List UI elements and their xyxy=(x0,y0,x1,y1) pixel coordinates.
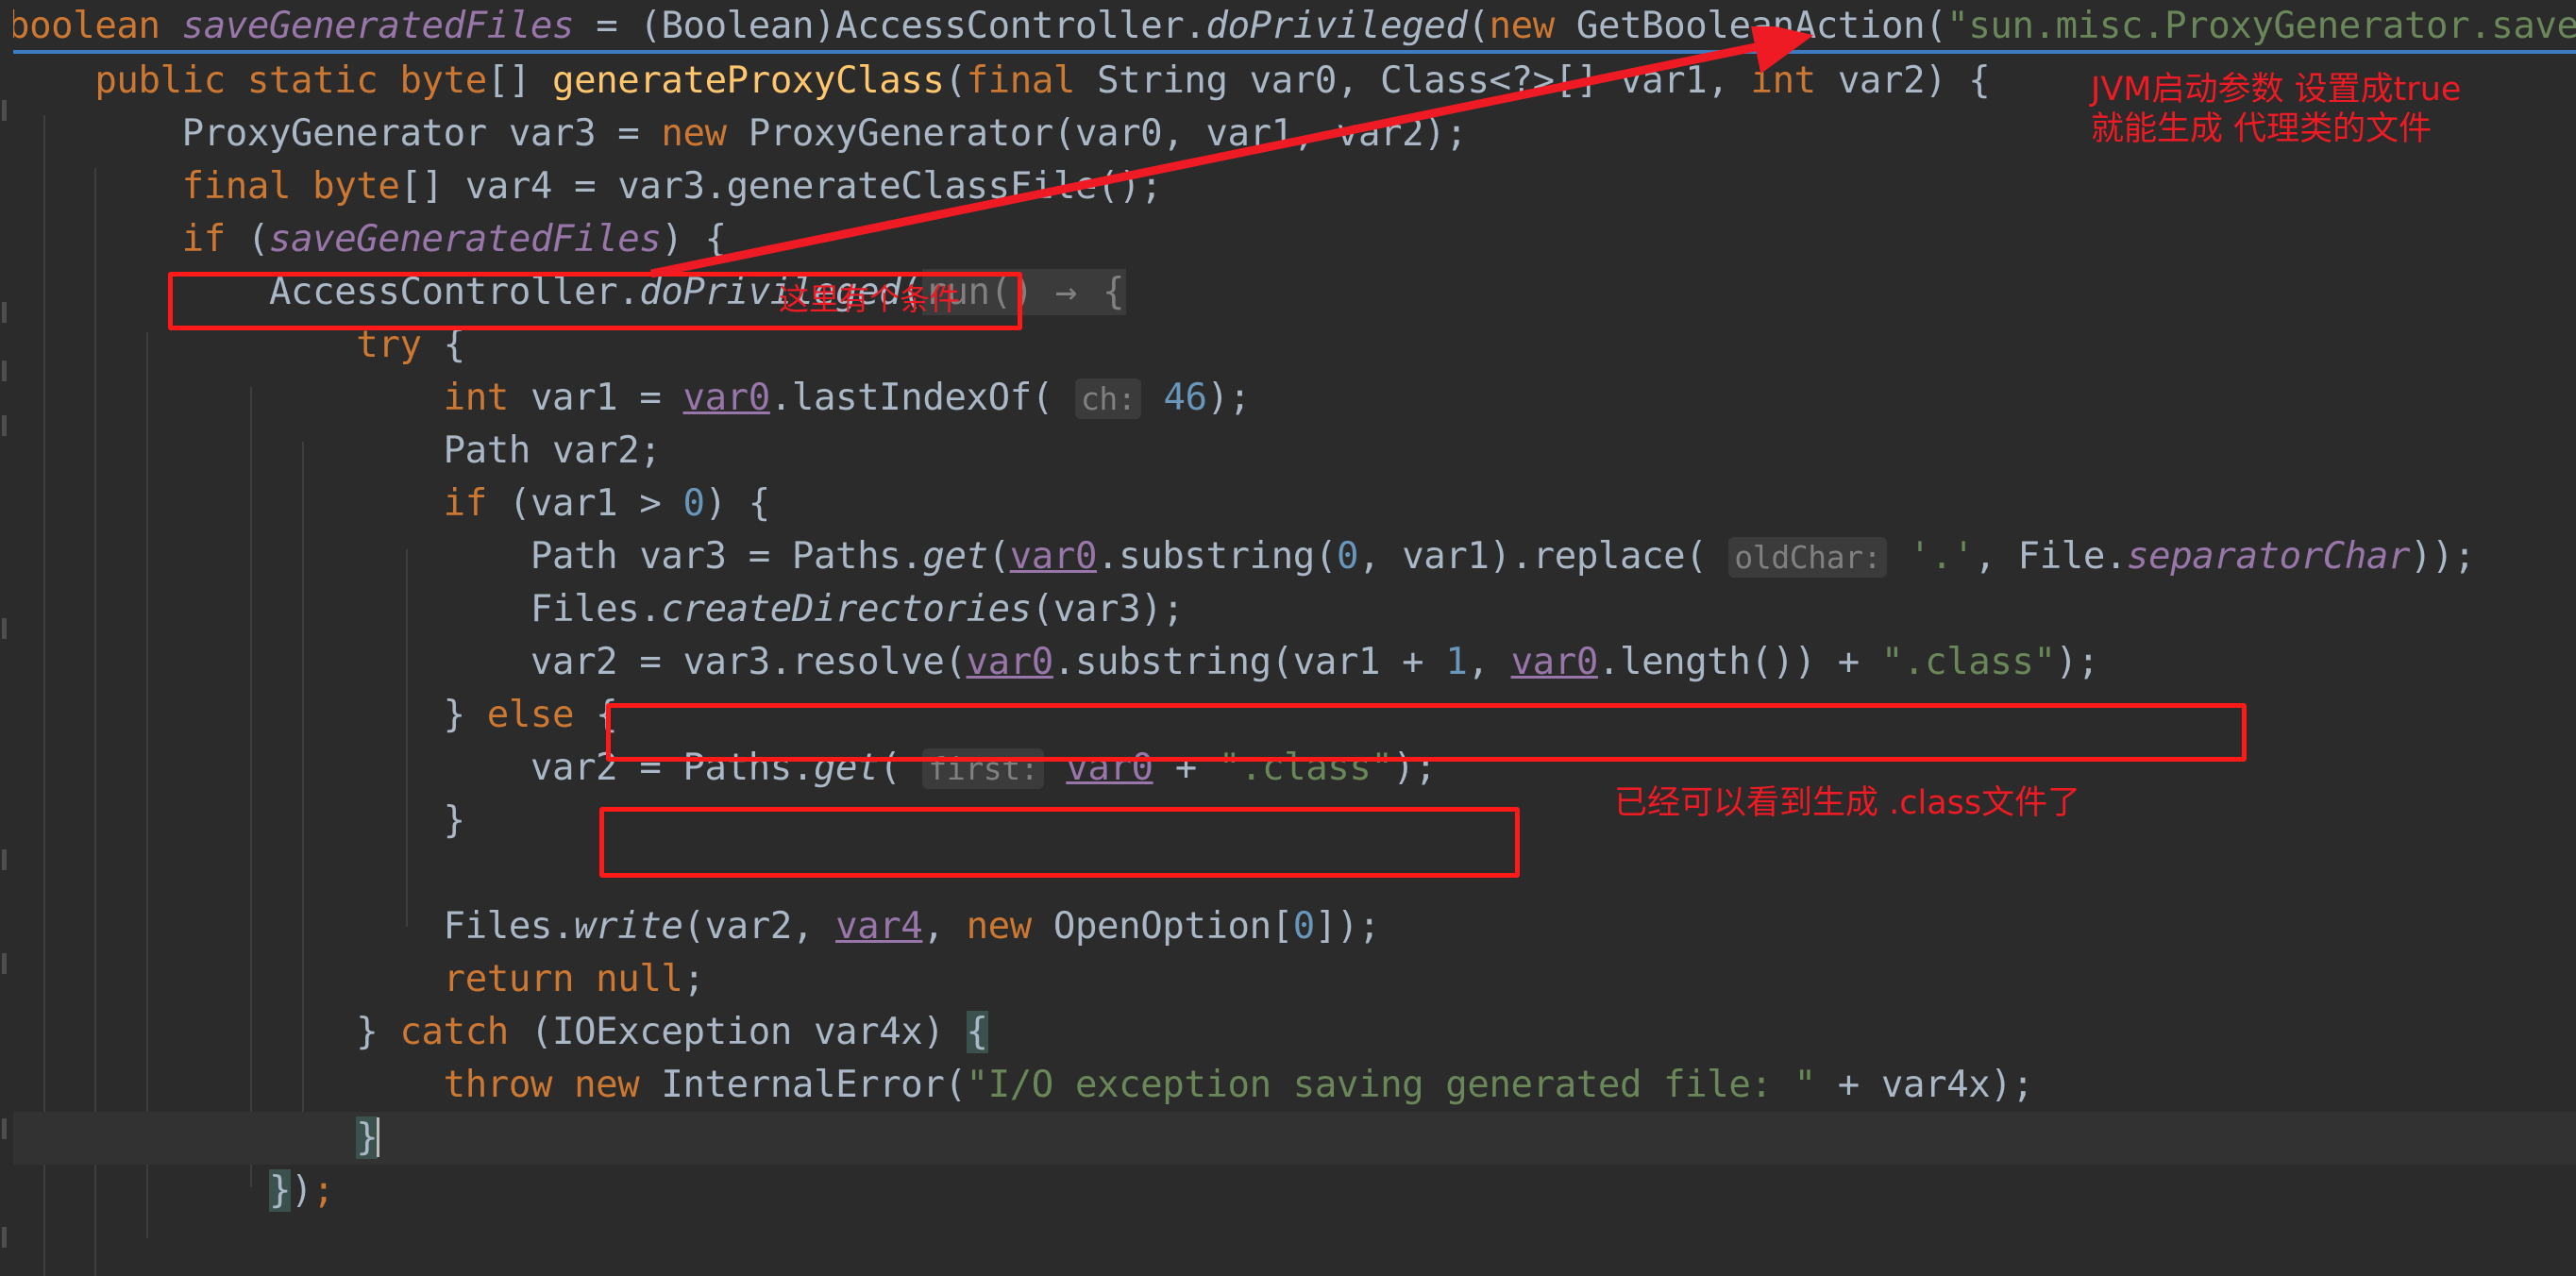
code-line-method-signature[interactable]: public static byte[] generateProxyClass(… xyxy=(8,55,1990,108)
annotation-jvm-arg-line1: JVM启动参数 设置成true xyxy=(2091,70,2461,109)
matching-brace-highlight: } xyxy=(269,1169,291,1212)
code-line-create-directories[interactable]: Files.createDirectories(var3); xyxy=(8,583,1184,636)
code-line-close-if[interactable]: } xyxy=(8,795,465,848)
code-line-paths-get-class[interactable]: var2 = Paths.get( first: var0 + ".class"… xyxy=(8,742,1437,795)
code-line-new-proxy-generator[interactable]: ProxyGenerator var3 = new ProxyGenerator… xyxy=(8,108,1467,160)
code-line-generate-class-file[interactable]: final byte[] var4 = var3.generateClassFi… xyxy=(8,160,1162,213)
code-line-last-index-of[interactable]: int var1 = var0.lastIndexOf( ch: 46); xyxy=(8,372,1251,425)
code-line-files-write[interactable]: Files.write(var2, var4, new OpenOption[0… xyxy=(8,900,1380,953)
code-line-if-save-generated-files[interactable]: if (saveGeneratedFiles) { xyxy=(8,213,727,266)
statement-separator xyxy=(0,50,2576,54)
matching-brace-highlight: { xyxy=(967,1011,988,1053)
matching-brace-highlight: } xyxy=(356,1116,378,1159)
code-line-resolve-class[interactable]: var2 = var3.resolve(var0.substring(var1 … xyxy=(8,636,2099,689)
code-line-try[interactable]: try { xyxy=(8,319,465,372)
code-line-declare-save-generated-files[interactable]: boolean saveGeneratedFiles = (Boolean)Ac… xyxy=(8,0,2576,53)
code-content[interactable]: boolean saveGeneratedFiles = (Boolean)Ac… xyxy=(0,0,2576,1276)
code-line-else[interactable]: } else { xyxy=(8,689,617,742)
code-line-if-var1-gt-zero[interactable]: if (var1 > 0) { xyxy=(8,478,770,530)
annotation-class-file-note: 已经可以看到生成 .class文件了 xyxy=(1614,783,2080,823)
inlay-hint-first: first: xyxy=(922,748,1044,789)
inlay-hint-old-char: oldChar: xyxy=(1728,537,1887,578)
code-line-catch-ioexception[interactable]: } catch (IOException var4x) { xyxy=(8,1006,988,1059)
code-line-close-lambda[interactable]: }); xyxy=(8,1165,334,1217)
code-line-return-null[interactable]: return null; xyxy=(8,953,705,1006)
annotation-condition-note: 这里有个条件 xyxy=(779,281,960,317)
code-line-blank[interactable] xyxy=(8,848,29,900)
code-line-close-catch[interactable]: } xyxy=(0,1112,2576,1165)
code-line-paths-get-replace[interactable]: Path var3 = Paths.get(var0.substring(0, … xyxy=(8,530,2475,583)
text-caret xyxy=(377,1117,379,1157)
inlay-hint-ch: ch: xyxy=(1075,378,1141,419)
code-line-path-var2[interactable]: Path var2; xyxy=(8,425,661,478)
code-line-throw-internal-error[interactable]: throw new InternalError("I/O exception s… xyxy=(8,1059,2033,1112)
code-editor[interactable]: boolean saveGeneratedFiles = (Boolean)Ac… xyxy=(0,0,2576,1276)
annotation-jvm-arg-line2: 就能生成 代理类的文件 xyxy=(2091,109,2432,149)
